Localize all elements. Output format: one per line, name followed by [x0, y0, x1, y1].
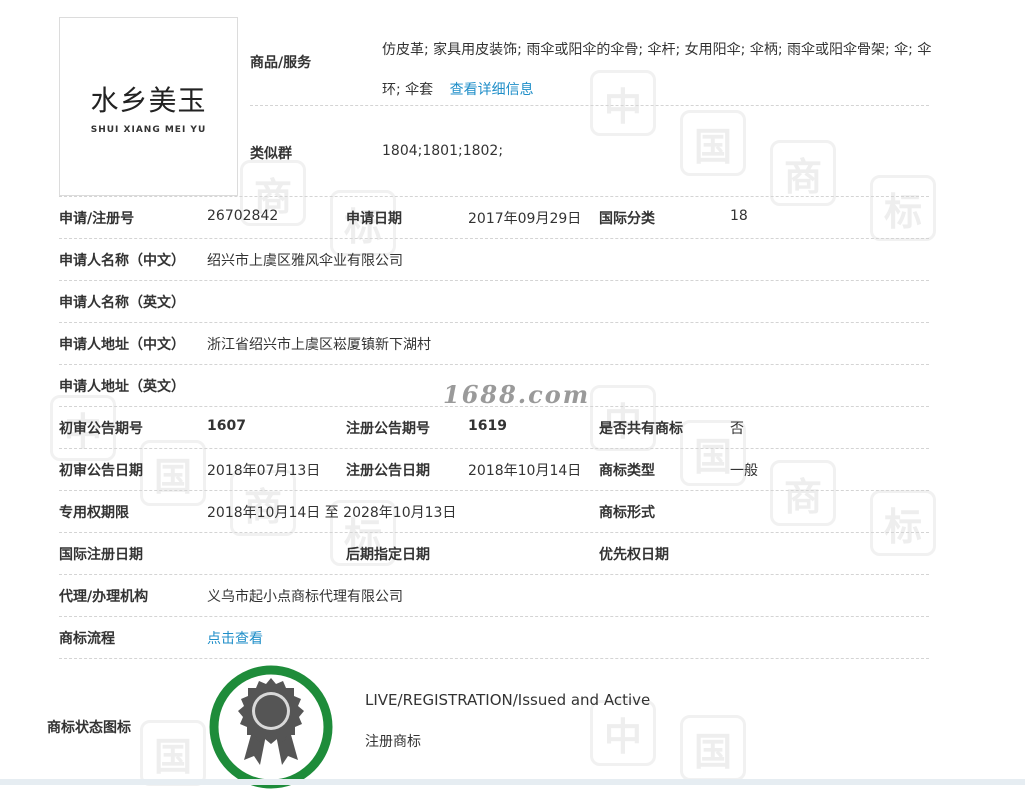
address-en-label: 申请人地址（英文）	[59, 379, 185, 395]
shared-label: 是否共有商标	[599, 421, 683, 437]
divider	[59, 364, 929, 365]
exclusive-period-label: 专用权期限	[59, 505, 129, 521]
divider	[59, 532, 929, 533]
address-cn-label: 申请人地址（中文）	[59, 337, 185, 353]
process-link[interactable]: 点击查看	[207, 628, 263, 648]
status-english: LIVE/REGISTRATION/Issued and Active	[365, 691, 651, 709]
divider	[59, 616, 929, 617]
divider	[59, 658, 929, 659]
app-no-label: 申请/注册号	[59, 211, 135, 227]
agency-value: 义乌市起小点商标代理有限公司	[207, 589, 403, 605]
app-date-value: 2017年09月29日	[468, 211, 582, 227]
similar-group-label: 类似群	[250, 146, 292, 162]
reg-date-label: 注册公告日期	[346, 463, 430, 479]
goods-services-label: 商品/服务	[250, 55, 312, 71]
trademark-logo[interactable]: 水乡美玉 SHUI XIANG MEI YU	[59, 17, 238, 196]
watermark-glyph: 国	[680, 715, 746, 781]
tm-type-label: 商标类型	[599, 463, 655, 479]
divider	[59, 574, 929, 575]
reg-issue-label: 注册公告期号	[346, 421, 430, 437]
divider	[59, 490, 929, 491]
address-cn-value: 浙江省绍兴市上虞区崧厦镇新下湖村	[207, 337, 431, 353]
later-date-label: 后期指定日期	[346, 547, 430, 563]
watermark-glyph: 商	[770, 460, 836, 526]
prelim-issue-value: 1607	[207, 418, 246, 434]
similar-group-value: 1804;1801;1802;	[382, 143, 504, 159]
watermark-glyph: 中	[590, 700, 656, 766]
divider	[59, 406, 929, 407]
process-label: 商标流程	[59, 631, 115, 647]
goods-detail-link[interactable]: 查看详细信息	[450, 82, 534, 98]
goods-services-value: 仿皮革; 家具用皮装饰; 雨伞或阳伞的伞骨; 伞杆; 女用阳伞; 伞柄; 雨伞或…	[382, 30, 942, 110]
prelim-issue-label: 初审公告期号	[59, 421, 143, 437]
logo-english-text: SHUI XIANG MEI YU	[90, 124, 207, 135]
registered-medal-icon	[209, 665, 333, 789]
prelim-date-label: 初审公告日期	[59, 463, 143, 479]
divider	[59, 322, 929, 323]
tm-type-value: 一般	[730, 463, 758, 479]
divider	[250, 105, 929, 106]
tm-form-label: 商标形式	[599, 505, 655, 521]
app-no-value: 26702842	[207, 208, 279, 224]
agency-label: 代理/办理机构	[59, 589, 149, 605]
status-chinese: 注册商标	[365, 734, 421, 750]
bottom-scroll-bar[interactable]	[0, 779, 1025, 785]
intl-class-value: 18	[730, 208, 748, 224]
divider	[59, 280, 929, 281]
exclusive-period-value: 2018年10月14日 至 2028年10月13日	[207, 505, 457, 521]
applicant-cn-label: 申请人名称（中文）	[59, 253, 185, 269]
applicant-cn-value: 绍兴市上虞区雅风伞业有限公司	[207, 253, 403, 269]
status-icon-label: 商标状态图标	[47, 720, 131, 736]
watermark-glyph: 国	[140, 720, 206, 786]
watermark-glyph: 国	[140, 440, 206, 506]
intl-class-label: 国际分类	[599, 211, 655, 227]
priority-date-label: 优先权日期	[599, 547, 669, 563]
watermark-glyph: 国	[680, 110, 746, 176]
divider	[59, 238, 929, 239]
app-date-label: 申请日期	[346, 211, 402, 227]
intl-reg-date-label: 国际注册日期	[59, 547, 143, 563]
divider	[59, 196, 929, 197]
reg-date-value: 2018年10月14日	[468, 463, 582, 479]
divider	[59, 448, 929, 449]
watermark-glyph: 标	[870, 490, 936, 556]
site-watermark: 1688.com	[443, 380, 591, 409]
watermark-glyph: 标	[870, 175, 936, 241]
prelim-date-value: 2018年07月13日	[207, 463, 321, 479]
reg-issue-value: 1619	[468, 418, 507, 434]
shared-value: 否	[730, 421, 744, 437]
status-badge	[208, 664, 334, 794]
applicant-en-label: 申请人名称（英文）	[59, 295, 185, 311]
logo-chinese-text: 水乡美玉	[90, 83, 207, 117]
